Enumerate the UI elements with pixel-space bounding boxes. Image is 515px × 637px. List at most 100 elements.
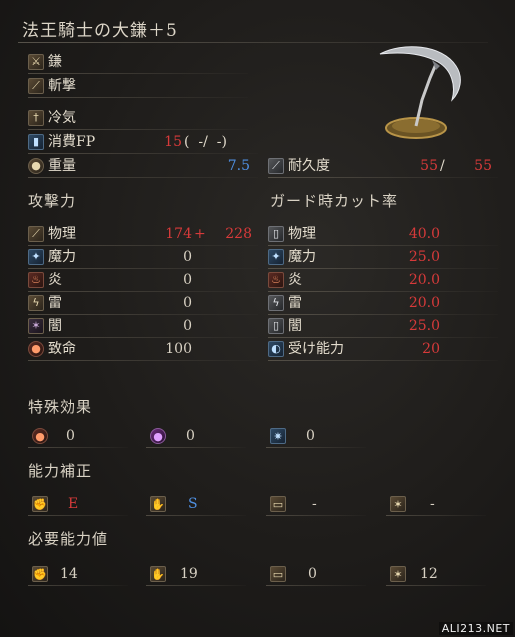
guard-lightning-row: ϟ 雷 [268, 293, 302, 313]
guard-fire-value: 20.0 [408, 272, 440, 288]
req-faith-icon: ✶ [390, 566, 406, 582]
attack-physical-total: 228 [225, 226, 252, 242]
critical-icon: ● [28, 341, 44, 357]
fp-icon: ▮ [28, 134, 44, 150]
attack-magic-value: 0 [183, 249, 192, 265]
poison-value: 0 [186, 428, 195, 444]
fire-icon: ♨ [28, 272, 44, 288]
attack-fire-label: 炎 [48, 272, 62, 288]
weight-value: 7.5 [227, 158, 250, 174]
weight-icon: ● [28, 158, 44, 174]
req-dexterity-icon: ✋ [150, 566, 166, 582]
durability-separator: / [440, 158, 445, 174]
attack-lightning-label: 雷 [48, 295, 62, 311]
weapon-name: 法王騎士の大鎌＋5 [22, 21, 178, 41]
attack-fire-row: ♨ 炎 [28, 270, 62, 290]
slash-icon: ⟋ [28, 78, 44, 94]
attack-physical-label: 物理 [48, 226, 76, 242]
durability-max: 55 [474, 158, 492, 174]
guard-stability-value: 20 [422, 341, 440, 357]
guard-stability-label: 受け能力 [288, 341, 344, 357]
attack-physical-base: 174 [165, 226, 192, 242]
intelligence-scaling: - [312, 496, 317, 512]
special-effects-heading: 特殊効果 [28, 398, 93, 416]
guard-fire-icon: ♨ [268, 272, 284, 288]
intelligence-icon: ▭ [270, 496, 286, 512]
skill-row: † 冷気 [28, 108, 76, 128]
durability-icon: ⟋ [268, 158, 284, 174]
skill-sword-icon: † [28, 110, 44, 126]
faith-scaling: - [430, 496, 435, 512]
guard-physical-row: ▯ 物理 [268, 224, 316, 244]
lightning-icon: ϟ [28, 295, 44, 311]
req-intelligence-icon: ▭ [270, 566, 286, 582]
req-faith-value: 12 [420, 566, 438, 582]
frost-icon: ✷ [270, 428, 286, 444]
weapon-type-label: 鎌 [48, 54, 62, 70]
attack-physical-plus: + [194, 226, 206, 242]
guard-lightning-value: 20.0 [408, 295, 440, 311]
attack-critical-row: ● 致命 [28, 339, 76, 359]
fp-extra: ( -/ -) [184, 134, 227, 150]
bleed-value: 0 [66, 428, 75, 444]
req-strength-value: 14 [60, 566, 78, 582]
attack-lightning-value: 0 [183, 295, 192, 311]
poison-icon: ● [150, 428, 166, 444]
guard-stability-icon: ◐ [268, 341, 284, 357]
faith-icon: ✶ [390, 496, 406, 512]
guard-dark-icon: ▯ [268, 318, 284, 334]
weight-label: 重量 [48, 158, 76, 174]
guard-physical-value: 40.0 [408, 226, 440, 242]
guard-lightning-icon: ϟ [268, 295, 284, 311]
requirements-heading: 必要能力値 [28, 530, 109, 548]
guard-magic-value: 25.0 [408, 249, 440, 265]
req-dexterity-value: 19 [180, 566, 198, 582]
attack-magic-row: ✦ 魔力 [28, 247, 76, 267]
attack-lightning-row: ϟ 雷 [28, 293, 62, 313]
dexterity-icon: ✋ [150, 496, 166, 512]
attack-physical-row: ⟋ 物理 [28, 224, 76, 244]
magic-icon: ✦ [28, 249, 44, 265]
physical-attack-icon: ⟋ [28, 226, 44, 242]
guard-magic-icon: ✦ [268, 249, 284, 265]
guard-dark-value: 25.0 [408, 318, 440, 334]
guard-fire-row: ♨ 炎 [268, 270, 302, 290]
req-intelligence-value: 0 [308, 566, 317, 582]
attack-dark-label: 闇 [48, 318, 62, 334]
fp-label: 消費FP [48, 134, 96, 150]
attack-fire-value: 0 [183, 272, 192, 288]
durability-row: ⟋ 耐久度 [268, 156, 330, 176]
attack-dark-row: ✶ 闇 [28, 316, 62, 336]
guard-dark-row: ▯ 闇 [268, 316, 302, 336]
attack-critical-label: 致命 [48, 341, 76, 357]
weapon-type-row: ⚔ 鎌 [28, 52, 62, 72]
req-strength-icon: ✊ [32, 566, 48, 582]
strength-icon: ✊ [32, 496, 48, 512]
weapon-type-icon: ⚔ [28, 54, 44, 70]
attribute-scaling-heading: 能力補正 [28, 462, 93, 480]
attack-power-heading: 攻撃力 [28, 192, 77, 210]
dark-icon: ✶ [28, 318, 44, 334]
guard-physical-label: 物理 [288, 226, 316, 242]
guard-magic-label: 魔力 [288, 249, 316, 265]
scythe-weapon-image [379, 46, 461, 139]
fp-value: 15 [164, 134, 182, 150]
strength-scaling: E [68, 496, 79, 512]
attack-magic-label: 魔力 [48, 249, 76, 265]
durability-current: 55 [420, 158, 438, 174]
attack-type-row: ⟋ 斬撃 [28, 76, 76, 96]
attack-dark-value: 0 [183, 318, 192, 334]
guard-magic-row: ✦ 魔力 [268, 247, 316, 267]
guard-cut-heading: ガード時カット率 [270, 192, 399, 210]
fp-cost-row: ▮ 消費FP [28, 132, 95, 152]
watermark: ALI213.NET [438, 622, 513, 635]
guard-physical-icon: ▯ [268, 226, 284, 242]
guard-dark-label: 闇 [288, 318, 302, 334]
bleed-icon: ● [32, 428, 48, 444]
attack-type-label: 斬撃 [48, 78, 76, 94]
weapon-status-panel: 法王騎士の大鎌＋5 ⚔ 鎌 ⟋ 斬撃 † 冷気 ▮ 消費FP 15 ( -/ -… [0, 0, 515, 637]
guard-stability-row: ◐ 受け能力 [268, 339, 344, 359]
weight-row: ● 重量 [28, 156, 76, 176]
durability-label: 耐久度 [288, 158, 330, 174]
guard-lightning-label: 雷 [288, 295, 302, 311]
